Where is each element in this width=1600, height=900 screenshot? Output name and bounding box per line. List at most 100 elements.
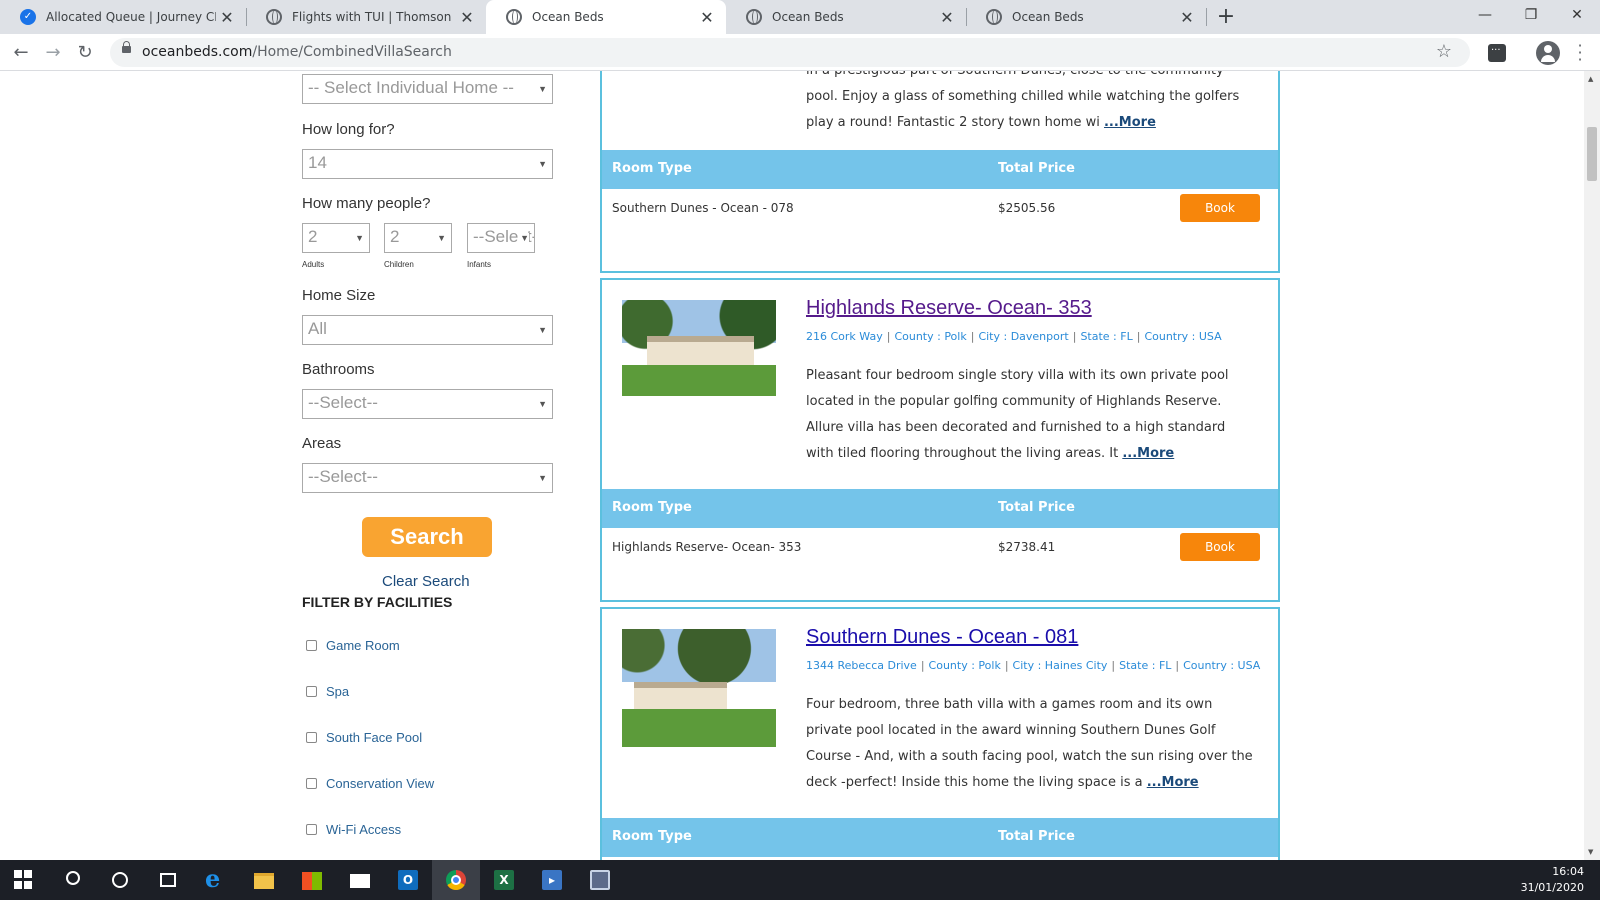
mail-taskbar-button[interactable] <box>336 860 384 900</box>
close-icon[interactable]: ✕ <box>936 8 958 27</box>
excel-taskbar-button[interactable]: X <box>480 860 528 900</box>
more-link[interactable]: ...More <box>1122 446 1174 461</box>
facility-game-room[interactable]: Game Room <box>306 638 400 653</box>
page-scrollbar[interactable]: ▲ ▼ <box>1584 71 1600 860</box>
back-arrow-icon[interactable]: ← <box>8 40 34 66</box>
profile-icon[interactable] <box>1536 41 1560 65</box>
close-icon[interactable]: ✕ <box>216 8 238 27</box>
restore-icon[interactable]: ❐ <box>1508 0 1554 30</box>
checkbox[interactable] <box>306 686 317 697</box>
dropdown-caret-icon: ▼ <box>538 159 547 169</box>
villa-photo[interactable] <box>622 629 776 747</box>
how-long-label: How long for? <box>302 121 395 138</box>
checkbox[interactable] <box>306 778 317 789</box>
edge-taskbar-button[interactable]: e <box>192 860 240 900</box>
cortana-button[interactable] <box>96 860 144 900</box>
start-button[interactable] <box>0 860 48 900</box>
dropdown-caret-icon: ▼ <box>355 233 364 243</box>
forward-arrow-icon[interactable]: → <box>40 40 66 66</box>
tab-title: Flights with TUI | Thomson now T <box>292 10 456 24</box>
url-text[interactable]: oceanbeds.com/Home/CombinedVillaSearch <box>142 44 452 60</box>
window-close-icon[interactable]: ✕ <box>1554 0 1600 30</box>
book-button[interactable]: Book <box>1180 194 1260 222</box>
checkbox[interactable] <box>306 640 317 651</box>
villa-address: 216 Cork Way | County : Polk | City : Davenp… <box>806 330 1222 343</box>
clock-date: 31/01/2020 <box>1520 881 1584 894</box>
cortana-circle-icon <box>112 872 128 888</box>
tab-ocean-beds-active[interactable]: Ocean Beds ✕ <box>486 0 726 34</box>
tab-ocean-beds-2[interactable]: Ocean Beds ✕ <box>726 0 966 34</box>
bathrooms-select[interactable]: --Select-- ▼ <box>302 389 553 419</box>
bookmark-star-icon[interactable]: ☆ <box>1436 41 1452 62</box>
chrome-taskbar-button[interactable] <box>432 860 480 900</box>
total-price-header: Total Price <box>998 161 1075 176</box>
how-long-select[interactable]: 14 ▼ <box>302 149 553 179</box>
more-link[interactable]: ...More <box>1147 775 1199 790</box>
scroll-down-icon[interactable]: ▼ <box>1588 848 1593 856</box>
task-view-icon <box>160 873 176 887</box>
tab-title: Ocean Beds <box>1012 10 1084 24</box>
app-taskbar-button[interactable]: ▸ <box>528 860 576 900</box>
people-label: How many people? <box>302 195 431 212</box>
individual-home-select[interactable]: -- Select Individual Home -- ▼ <box>302 74 553 104</box>
close-icon[interactable]: ✕ <box>696 8 718 27</box>
scrollbar-thumb[interactable] <box>1587 127 1597 181</box>
outlook-icon: O <box>398 870 418 890</box>
checkbox[interactable] <box>306 732 317 743</box>
filter-by-facilities-heading: FILTER BY FACILITIES <box>302 594 453 610</box>
villa-name-link[interactable]: Southern Dunes - Ocean - 081 <box>806 626 1078 649</box>
remote-app-taskbar-button[interactable] <box>576 860 624 900</box>
facility-spa[interactable]: Spa <box>306 684 349 699</box>
children-select[interactable]: 2 ▼ <box>384 223 452 253</box>
tab-tui-flights[interactable]: Flights with TUI | Thomson now T ✕ <box>246 0 486 34</box>
address-bar[interactable]: oceanbeds.com/Home/CombinedVillaSearch ☆ <box>110 38 1470 67</box>
infants-label: Infants <box>467 260 492 269</box>
remote-desktop-icon <box>590 870 610 890</box>
tab-journey-crm[interactable]: ✓ Allocated Queue | Journey CRM ✕ <box>0 0 246 34</box>
new-tab-button[interactable]: + <box>1213 4 1239 30</box>
task-view-button[interactable] <box>144 860 192 900</box>
close-icon[interactable]: ✕ <box>456 8 478 27</box>
facility-conservation-view[interactable]: Conservation View <box>306 776 434 791</box>
scroll-up-icon[interactable]: ▲ <box>1588 75 1593 83</box>
rates-header: Room Type Total Price <box>602 489 1278 528</box>
adults-select[interactable]: 2 ▼ <box>302 223 370 253</box>
facility-wifi-access[interactable]: Wi-Fi Access <box>306 822 401 837</box>
more-link[interactable]: ...More <box>1104 115 1156 130</box>
globe-icon <box>746 9 762 25</box>
adults-label: Adults <box>302 260 325 269</box>
book-button[interactable]: Book <box>1180 533 1260 561</box>
kebab-menu-icon[interactable]: · · · <box>1576 38 1584 68</box>
file-explorer-taskbar-button[interactable] <box>240 860 288 900</box>
reload-icon[interactable]: ↻ <box>72 40 98 66</box>
search-button[interactable]: Search <box>362 517 492 557</box>
outlook-taskbar-button[interactable]: O <box>384 860 432 900</box>
villa-description: in a prestigious part of Southern Dunes,… <box>806 71 1240 130</box>
close-icon[interactable]: ✕ <box>1176 8 1198 27</box>
minimize-icon[interactable]: — <box>1462 0 1508 30</box>
tab-title: Allocated Queue | Journey CRM <box>46 10 216 24</box>
system-clock[interactable]: 16:04 31/01/2020 <box>1521 864 1584 896</box>
store-bag-icon <box>302 872 322 890</box>
room-type-header: Room Type <box>612 161 692 176</box>
home-size-label: Home Size <box>302 287 376 304</box>
clear-search-link[interactable]: Clear Search <box>382 573 470 590</box>
search-taskbar-button[interactable] <box>48 860 96 900</box>
villa-photo[interactable] <box>622 300 776 396</box>
home-size-select[interactable]: All ▼ <box>302 315 553 345</box>
tab-title: Ocean Beds <box>772 10 844 24</box>
tab-strip: ✓ Allocated Queue | Journey CRM ✕ Flight… <box>0 0 1600 34</box>
tab-title: Ocean Beds <box>532 10 604 24</box>
facility-south-face-pool[interactable]: South Face Pool <box>306 730 422 745</box>
villa-name-link[interactable]: Highlands Reserve- Ocean- 353 <box>806 297 1092 320</box>
store-taskbar-button[interactable] <box>288 860 336 900</box>
globe-icon <box>266 9 282 25</box>
villa-description: Pleasant four bedroom single story villa… <box>806 368 1229 461</box>
checkbox[interactable] <box>306 824 317 835</box>
total-price-value: $2505.56 <box>998 201 1056 215</box>
extension-icon[interactable] <box>1488 44 1506 62</box>
tab-ocean-beds-3[interactable]: Ocean Beds ✕ <box>966 0 1206 34</box>
areas-label: Areas <box>302 435 342 452</box>
areas-select[interactable]: --Select-- ▼ <box>302 463 553 493</box>
infants-select[interactable]: --Select--▼ <box>467 223 535 253</box>
